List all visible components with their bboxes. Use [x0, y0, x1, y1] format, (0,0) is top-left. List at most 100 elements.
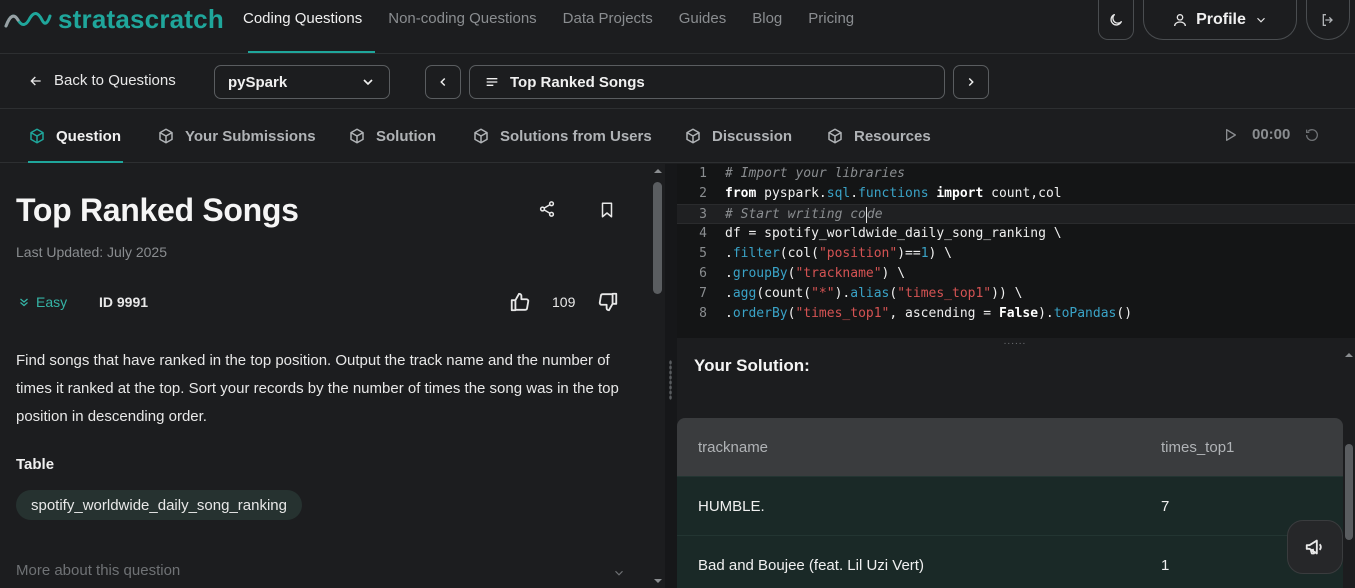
difficulty-badge: Easy	[18, 294, 67, 310]
cell-times-top1: 7	[1161, 497, 1170, 515]
logout-button[interactable]	[1306, 0, 1350, 40]
results-scrollbar[interactable]	[1343, 348, 1355, 588]
difficulty-label: Easy	[36, 294, 68, 310]
nav-coding-questions[interactable]: Coding Questions	[230, 0, 376, 54]
previous-question-button[interactable]	[425, 65, 461, 99]
scroll-up-arrow-icon	[1345, 353, 1353, 357]
table-row: Bad and Boujee (feat. Lil Uzi Vert) 1	[677, 535, 1343, 588]
logo-waves-icon	[4, 11, 52, 27]
cell-trackname: HUMBLE.	[698, 497, 765, 515]
feedback-button[interactable]	[1287, 520, 1343, 574]
nav-data-projects[interactable]: Data Projects	[550, 0, 666, 54]
arrow-left-icon	[30, 76, 41, 85]
chevron-down-icon	[1256, 17, 1265, 23]
tab-label: Solutions from Users	[500, 127, 652, 145]
last-updated: Last Updated: July 2025	[16, 244, 167, 260]
nav-pricing[interactable]: Pricing	[795, 0, 867, 54]
brand-name: stratascratch	[58, 4, 224, 34]
code-line: 2 from pyspark.sql.functions import count…	[699, 186, 1062, 201]
theme-toggle-button[interactable]	[1098, 0, 1134, 40]
chevron-down-icon	[615, 570, 623, 576]
dislike-button[interactable]	[597, 291, 619, 318]
share-button[interactable]	[538, 200, 556, 223]
moon-icon	[1110, 13, 1122, 26]
question-id: ID 9991	[99, 294, 149, 310]
timer: 00:00	[1222, 126, 1320, 143]
thumbs-down-icon	[598, 292, 618, 312]
top-navigation: stratascratch Coding Questions Non-codin…	[0, 0, 1355, 54]
question-panel-scrollbar[interactable]	[651, 164, 665, 588]
resize-grip-icon	[669, 360, 672, 400]
table-label: Table	[16, 456, 55, 473]
table-row: HUMBLE. 7	[677, 476, 1343, 535]
tab-solutions-from-users[interactable]: Solutions from Users	[472, 109, 652, 163]
tab-resources[interactable]: Resources	[826, 109, 931, 163]
column-header-trackname: trackname	[698, 438, 769, 456]
language-value: pySpark	[228, 73, 288, 91]
bookmark-icon	[601, 202, 613, 218]
nav-non-coding-questions[interactable]: Non-coding Questions	[375, 0, 549, 54]
tab-label: Resources	[854, 127, 931, 145]
code-line: 4 df = spotify_worldwide_daily_song_ranki…	[699, 226, 1062, 241]
more-about-question-toggle[interactable]: More about this question	[16, 562, 626, 580]
menu-lines-icon	[486, 78, 498, 86]
results-panel: Your Solution: trackname times_top1 HUMB…	[677, 348, 1343, 588]
tab-label: Discussion	[712, 127, 793, 145]
play-icon[interactable]	[1222, 127, 1238, 143]
cube-icon	[828, 128, 842, 144]
code-line: 6 .groupBy("trackname") \	[699, 266, 906, 281]
question-selector[interactable]: Top Ranked Songs	[469, 65, 945, 99]
table-name-chip[interactable]: spotify_worldwide_daily_song_ranking	[16, 490, 302, 520]
question-toolbar: Back to Questions pySpark Top Ranked Son…	[0, 54, 1355, 109]
profile-button[interactable]: Profile	[1143, 0, 1297, 40]
nav-guides[interactable]: Guides	[666, 0, 740, 54]
double-chevron-down-icon	[20, 298, 28, 307]
back-to-questions-link[interactable]: Back to Questions	[28, 72, 176, 89]
code-editor[interactable]: 1 # Import your libraries 2 from pyspark.s…	[677, 164, 1355, 338]
chevron-left-icon	[440, 77, 446, 87]
next-question-button[interactable]	[953, 65, 989, 99]
chevron-right-icon	[968, 77, 974, 87]
cube-icon	[159, 128, 173, 144]
cube-icon	[30, 128, 44, 144]
brand-logo[interactable]: stratascratch	[4, 4, 224, 35]
reset-icon[interactable]	[1304, 127, 1320, 143]
question-selector-title: Top Ranked Songs	[510, 73, 645, 91]
scrollbar-thumb[interactable]	[653, 182, 662, 294]
column-header-times-top1: times_top1	[1161, 438, 1235, 456]
results-table-header: trackname times_top1	[677, 418, 1343, 476]
timer-value: 00:00	[1252, 126, 1291, 143]
profile-label: Profile	[1196, 10, 1246, 28]
megaphone-icon	[1305, 539, 1322, 555]
tab-question[interactable]: Question	[28, 109, 124, 163]
logout-icon	[1322, 13, 1333, 26]
bookmark-button[interactable]	[598, 200, 616, 225]
tab-label: Solution	[376, 127, 436, 145]
tab-discussion[interactable]: Discussion	[684, 109, 792, 163]
question-tabs: Question Your Submissions Solution Solut…	[0, 109, 1355, 163]
editor-resize-handle[interactable]: ......	[990, 337, 1040, 348]
user-icon	[1174, 13, 1187, 26]
cube-icon	[474, 128, 488, 144]
language-select[interactable]: pySpark	[214, 65, 390, 99]
scrollbar-thumb[interactable]	[1345, 444, 1353, 540]
scroll-up-arrow-icon	[654, 169, 662, 173]
tab-solution[interactable]: Solution	[348, 109, 436, 163]
share-icon	[539, 201, 555, 217]
code-line-current: 3 # Start writing code	[677, 204, 1355, 224]
main-nav-links: Coding Questions Non-coding Questions Da…	[230, 0, 867, 54]
cell-times-top1: 1	[1161, 556, 1170, 574]
more-label: More about this question	[16, 562, 181, 579]
code-line: 7 .agg(count("*").alias("times_top1")) \	[699, 286, 1023, 301]
question-title: Top Ranked Songs	[16, 192, 299, 228]
cell-trackname: Bad and Boujee (feat. Lil Uzi Vert)	[698, 556, 924, 574]
tab-your-submissions[interactable]: Your Submissions	[157, 109, 316, 163]
nav-blog[interactable]: Blog	[739, 0, 795, 54]
cube-icon	[350, 128, 364, 144]
like-button[interactable]	[509, 291, 531, 318]
thumbs-up-icon	[510, 292, 530, 312]
code-line: 5 .filter(col("position")==1) \	[699, 246, 953, 261]
code-line: 1 # Import your libraries	[699, 166, 906, 181]
question-description: Find songs that have ranked in the top p…	[16, 352, 619, 425]
tab-label: Your Submissions	[185, 127, 316, 145]
